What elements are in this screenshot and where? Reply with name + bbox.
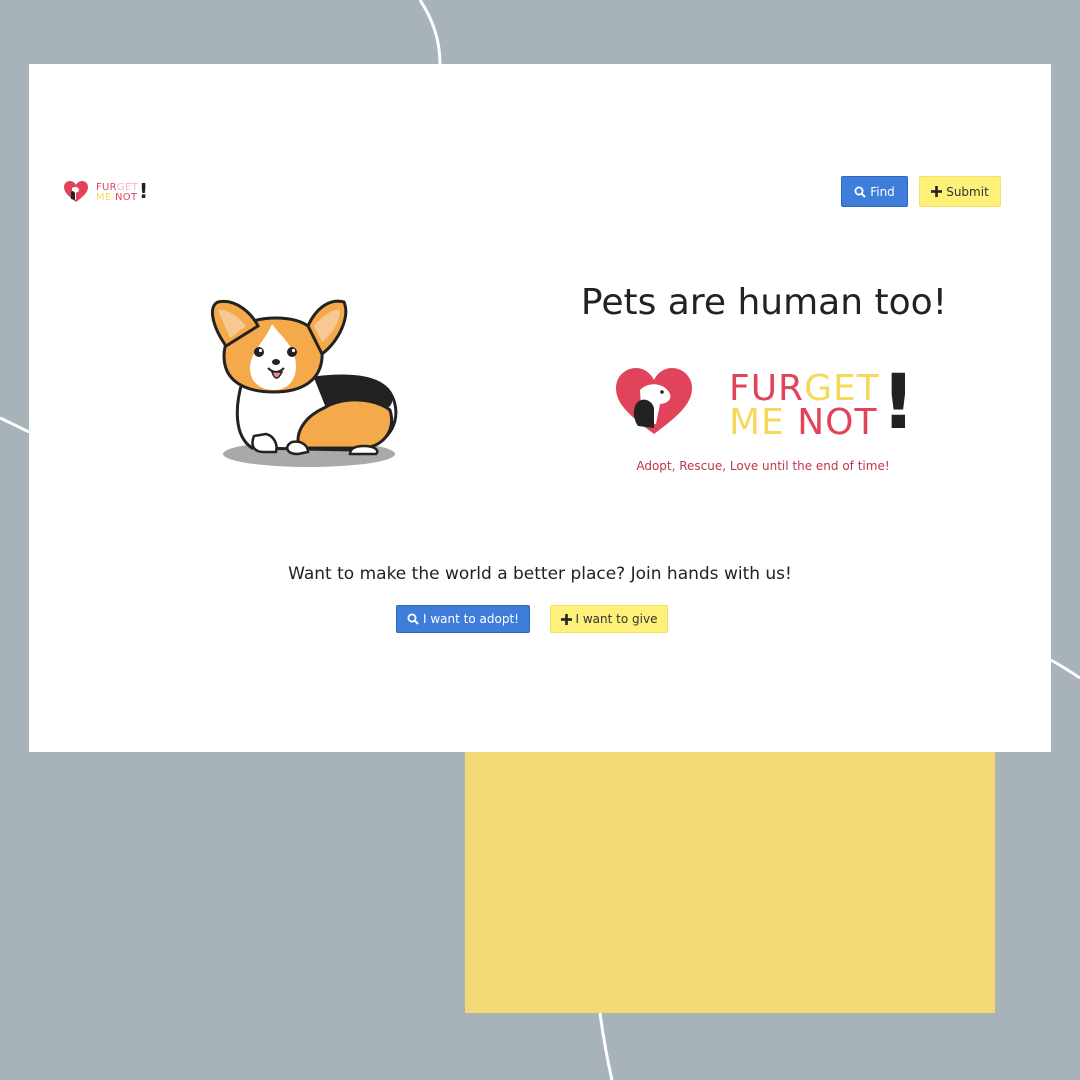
heart-pet-icon — [616, 368, 692, 434]
plus-icon — [931, 186, 943, 197]
logo-exclamation: ! — [881, 357, 916, 446]
find-button[interactable]: Find — [841, 176, 908, 207]
website-card: FURGET ME NOT ! Find Submit Pets are hum… — [29, 64, 1051, 752]
give-button-label: I want to give — [575, 612, 658, 626]
logo-not: NOT — [111, 192, 138, 203]
hero-headline: Pets are human too! — [580, 282, 948, 323]
tagline: Adopt, Rescue, Love until the end of tim… — [636, 459, 890, 473]
logo-not: NOT — [784, 402, 878, 443]
logo-exclamation: ! — [139, 179, 149, 203]
cta-text: Want to make the world a better place? J… — [288, 564, 792, 584]
nav-logo[interactable]: FURGET ME NOT ! — [64, 180, 154, 206]
nav-logo-text: FURGET ME NOT — [96, 183, 138, 203]
search-icon — [854, 186, 866, 198]
adopt-button-label: I want to adopt! — [423, 612, 519, 626]
hero-logo-text: FURGET ME NOT — [729, 371, 880, 443]
submit-button[interactable]: Submit — [919, 176, 1001, 207]
search-icon — [407, 613, 419, 625]
give-button[interactable]: I want to give — [550, 605, 668, 633]
submit-button-label: Submit — [946, 184, 989, 199]
adopt-button[interactable]: I want to adopt! — [396, 605, 530, 633]
find-button-label: Find — [870, 184, 895, 199]
plus-icon — [560, 613, 572, 625]
logo-me: ME — [96, 192, 112, 203]
decorative-yellow-block — [465, 752, 995, 1013]
logo-me: ME — [729, 402, 785, 443]
heart-pet-icon — [64, 181, 88, 202]
corgi-illustration — [210, 299, 398, 467]
